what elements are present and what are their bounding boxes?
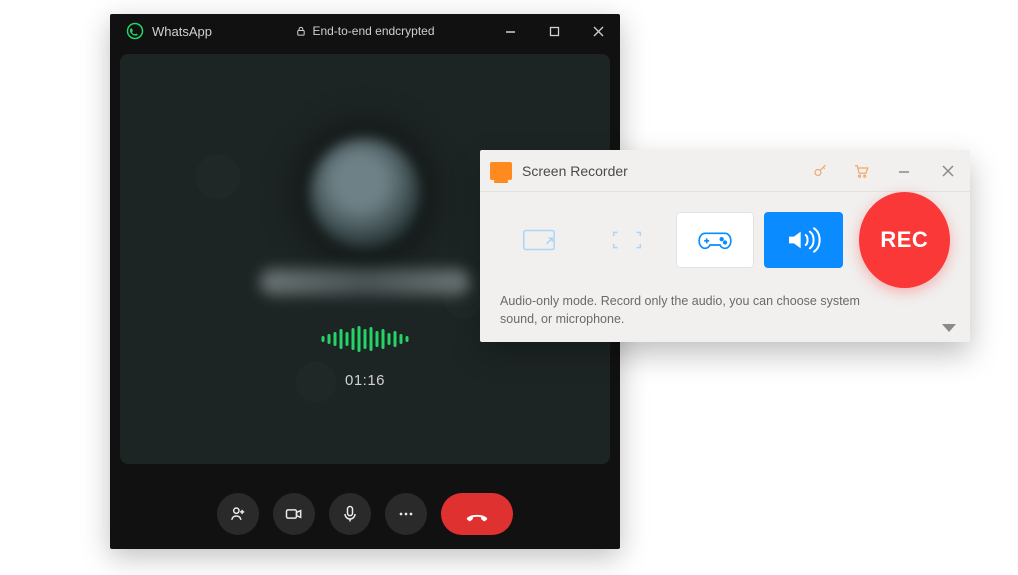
encryption-label: End-to-end endcrypted <box>312 24 434 38</box>
recorder-body: REC Audio-only mode. Record only the aud… <box>480 192 970 342</box>
recorder-mode-row: REC <box>500 210 950 270</box>
mode-audio-button[interactable] <box>764 212 842 268</box>
maximize-button[interactable] <box>532 14 576 48</box>
recorder-title: Screen Recorder <box>522 163 628 179</box>
caller-name-blurred <box>260 269 470 295</box>
expand-chevron-icon[interactable] <box>942 324 956 332</box>
whatsapp-logo-icon <box>126 22 144 40</box>
minimize-button[interactable] <box>488 14 532 48</box>
recorder-titlebar[interactable]: Screen Recorder <box>480 150 970 192</box>
video-button[interactable] <box>273 493 315 535</box>
recorder-close-button[interactable] <box>926 150 970 192</box>
encryption-indicator: End-to-end endcrypted <box>295 24 434 38</box>
whatsapp-app-name: WhatsApp <box>152 24 212 39</box>
cart-icon[interactable] <box>852 162 870 180</box>
recorder-app-icon <box>490 162 512 180</box>
mode-fullscreen-button[interactable] <box>588 212 666 268</box>
microphone-button[interactable] <box>329 493 371 535</box>
call-toolbar <box>110 493 620 535</box>
key-icon[interactable] <box>812 162 830 180</box>
call-timer: 01:16 <box>345 372 385 389</box>
hang-up-button[interactable] <box>441 493 513 535</box>
more-options-button[interactable] <box>385 493 427 535</box>
whatsapp-titlebar[interactable]: WhatsApp End-to-end endcrypted <box>110 14 620 48</box>
screen-recorder-window: Screen Recorder <box>480 150 970 342</box>
audio-waveform-icon <box>322 326 409 352</box>
record-button-label: REC <box>880 227 928 253</box>
recorder-minimize-button[interactable] <box>882 150 926 192</box>
close-button[interactable] <box>576 14 620 48</box>
caller-avatar <box>310 138 420 248</box>
mode-game-button[interactable] <box>676 212 754 268</box>
lock-icon <box>295 25 306 37</box>
add-participant-button[interactable] <box>217 493 259 535</box>
record-button[interactable]: REC <box>859 192 950 288</box>
mode-region-button[interactable] <box>500 212 578 268</box>
mode-description: Audio-only mode. Record only the audio, … <box>500 292 860 328</box>
